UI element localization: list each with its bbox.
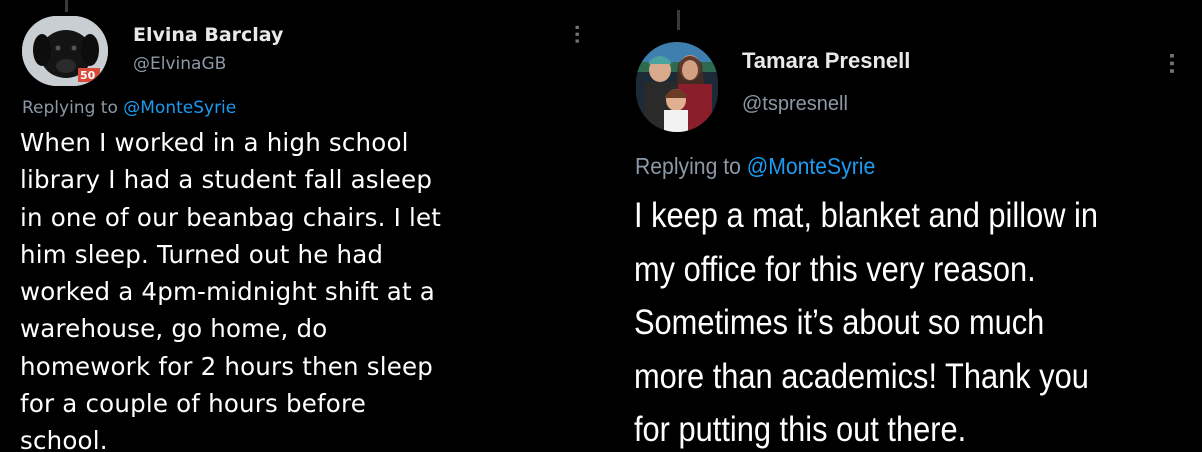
tweet-text-line: for a couple of hours before — [20, 389, 367, 419]
thread-connector-line — [677, 10, 680, 30]
tweet-card-tamara[interactable]: Tamara Presnell @tspresnell ··· Replying… — [614, 0, 1202, 452]
tweet-text-line: for putting this out there. — [634, 410, 967, 449]
more-options-icon[interactable]: ··· — [566, 24, 587, 45]
avatar[interactable]: 50 — [22, 16, 108, 86]
family-photo-avatar-image — [636, 42, 718, 132]
author-name[interactable]: Elvina Barclay — [133, 24, 283, 46]
dog-avatar-image: 50 — [22, 16, 108, 86]
author-handle[interactable]: @ElvinaGB — [133, 54, 226, 74]
tweet-text-line: my office for this very reason. — [634, 249, 1036, 289]
tweet-text-line: I keep a mat, blanket and pillow in — [634, 196, 1098, 235]
tweet-text: When I worked in a high school library I… — [20, 124, 600, 452]
replying-to-link[interactable]: @MonteSyrie — [123, 98, 236, 118]
replying-to-link[interactable]: @MonteSyrie — [747, 153, 876, 179]
replying-to-line: Replying to @MonteSyrie — [635, 153, 875, 180]
tweet-text-line: warehouse, go home, do — [20, 314, 328, 344]
replying-to-line: Replying to @MonteSyrie — [22, 98, 236, 118]
author-name[interactable]: Tamara Presnell — [742, 48, 910, 74]
tweet-text-line: in one of our beanbag chairs. I let — [20, 202, 442, 232]
tweet-text: I keep a mat, blanket and pillow in my o… — [634, 189, 1180, 452]
tweet-text-line: school. — [20, 426, 108, 452]
avatar-badge-text: 50 — [80, 69, 96, 82]
tweet-text-line: When I worked in a high school — [20, 128, 409, 157]
more-options-icon[interactable]: ··· — [1160, 52, 1184, 75]
author-handle[interactable]: @tspresnell — [742, 93, 848, 116]
avatar[interactable] — [636, 42, 718, 132]
tweet-text-line: Sometimes it’s about so much — [634, 303, 1045, 342]
tweet-card-elvina[interactable]: 50 Elvina Barclay @ElvinaGB ··· Replying… — [0, 0, 600, 452]
tweet-text-line: homework for 2 hours then sleep — [20, 351, 434, 381]
tweet-text-line: him sleep. Turned out he had — [20, 239, 384, 269]
tweet-text-line: worked a 4pm-midnight shift at a — [20, 277, 436, 307]
tweet-text-line: library I had a student fall asleep — [20, 165, 433, 195]
tweet-text-line: more than academics! Thank you — [634, 356, 1089, 396]
thread-connector-line — [65, 0, 68, 12]
replying-label: Replying to — [635, 153, 747, 179]
replying-label: Replying to — [22, 98, 124, 118]
